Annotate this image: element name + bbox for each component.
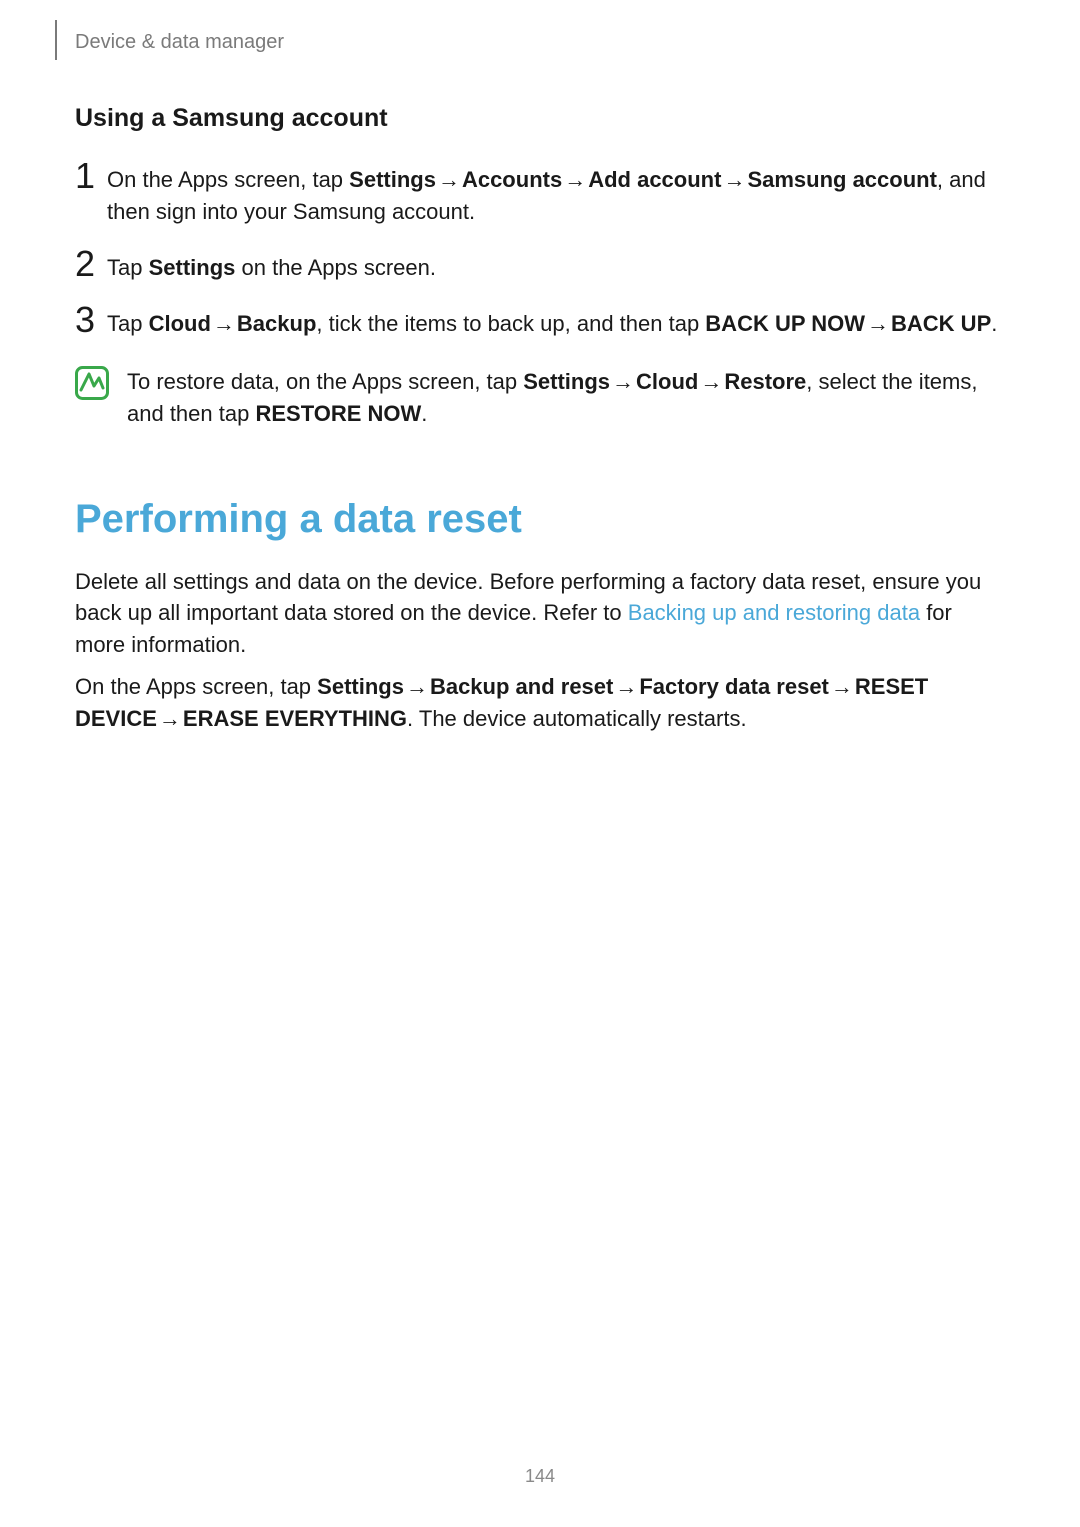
bold-erase-everything: ERASE EVERYTHING bbox=[183, 706, 407, 731]
note-icon bbox=[75, 366, 109, 400]
bold-settings: Settings bbox=[349, 167, 436, 192]
bold-cloud: Cloud bbox=[636, 369, 698, 394]
arrow-icon: → bbox=[211, 311, 237, 336]
step-body: Tap Settings on the Apps screen. bbox=[107, 252, 1005, 284]
arrow-icon: → bbox=[865, 311, 891, 336]
arrow-icon: → bbox=[157, 706, 183, 731]
arrow-icon: → bbox=[404, 674, 430, 699]
arrow-icon: → bbox=[610, 369, 636, 394]
text: On the Apps screen, tap bbox=[107, 167, 349, 192]
arrow-icon: → bbox=[698, 369, 724, 394]
text: . bbox=[421, 401, 427, 426]
subheading-samsung-account: Using a Samsung account bbox=[75, 100, 1005, 136]
text: , tick the items to back up, and then ta… bbox=[316, 311, 705, 336]
bold-backup-now: BACK UP NOW bbox=[705, 311, 865, 336]
text: on the Apps screen. bbox=[235, 255, 436, 280]
step-1: 1 On the Apps screen, tap Settings→Accou… bbox=[75, 164, 1005, 228]
text: Tap bbox=[107, 311, 149, 336]
bold-restore: Restore bbox=[724, 369, 806, 394]
header-section-label: Device & data manager bbox=[75, 28, 284, 57]
text: . The device automatically restarts. bbox=[407, 706, 747, 731]
text: . bbox=[991, 311, 997, 336]
bold-backup: Backup bbox=[237, 311, 316, 336]
arrow-icon: → bbox=[829, 674, 855, 699]
arrow-icon: → bbox=[562, 167, 588, 192]
text: Tap bbox=[107, 255, 149, 280]
page-number: 144 bbox=[0, 1463, 1080, 1489]
bold-samsung-account: Samsung account bbox=[747, 167, 936, 192]
bold-settings: Settings bbox=[523, 369, 610, 394]
bold-backup-reset: Backup and reset bbox=[430, 674, 613, 699]
step-2: 2 Tap Settings on the Apps screen. bbox=[75, 252, 1005, 284]
bold-back-up: BACK UP bbox=[891, 311, 991, 336]
step-number: 2 bbox=[75, 246, 107, 282]
bold-factory-reset: Factory data reset bbox=[639, 674, 829, 699]
bold-cloud: Cloud bbox=[149, 311, 211, 336]
paragraph-instructions: On the Apps screen, tap Settings→Backup … bbox=[75, 671, 1005, 735]
step-body: Tap Cloud→Backup, tick the items to back… bbox=[107, 308, 1005, 340]
header-rule bbox=[55, 20, 57, 60]
bold-accounts: Accounts bbox=[462, 167, 562, 192]
note-block: To restore data, on the Apps screen, tap… bbox=[75, 364, 1005, 430]
manual-page: Device & data manager Using a Samsung ac… bbox=[0, 0, 1080, 1527]
heading-data-reset: Performing a data reset bbox=[75, 490, 1005, 548]
link-backing-up[interactable]: Backing up and restoring data bbox=[628, 600, 920, 625]
bold-settings: Settings bbox=[317, 674, 404, 699]
note-body: To restore data, on the Apps screen, tap… bbox=[127, 364, 1005, 430]
bold-settings: Settings bbox=[149, 255, 236, 280]
bold-restore-now: RESTORE NOW bbox=[255, 401, 421, 426]
step-number: 3 bbox=[75, 302, 107, 338]
text: On the Apps screen, tap bbox=[75, 674, 317, 699]
arrow-icon: → bbox=[436, 167, 462, 192]
text: To restore data, on the Apps screen, tap bbox=[127, 369, 523, 394]
step-3: 3 Tap Cloud→Backup, tick the items to ba… bbox=[75, 308, 1005, 340]
paragraph-intro: Delete all settings and data on the devi… bbox=[75, 566, 1005, 662]
arrow-icon: → bbox=[613, 674, 639, 699]
step-number: 1 bbox=[75, 158, 107, 194]
page-content: Using a Samsung account 1 On the Apps sc… bbox=[75, 100, 1005, 735]
arrow-icon: → bbox=[721, 167, 747, 192]
bold-add-account: Add account bbox=[588, 167, 721, 192]
step-body: On the Apps screen, tap Settings→Account… bbox=[107, 164, 1005, 228]
